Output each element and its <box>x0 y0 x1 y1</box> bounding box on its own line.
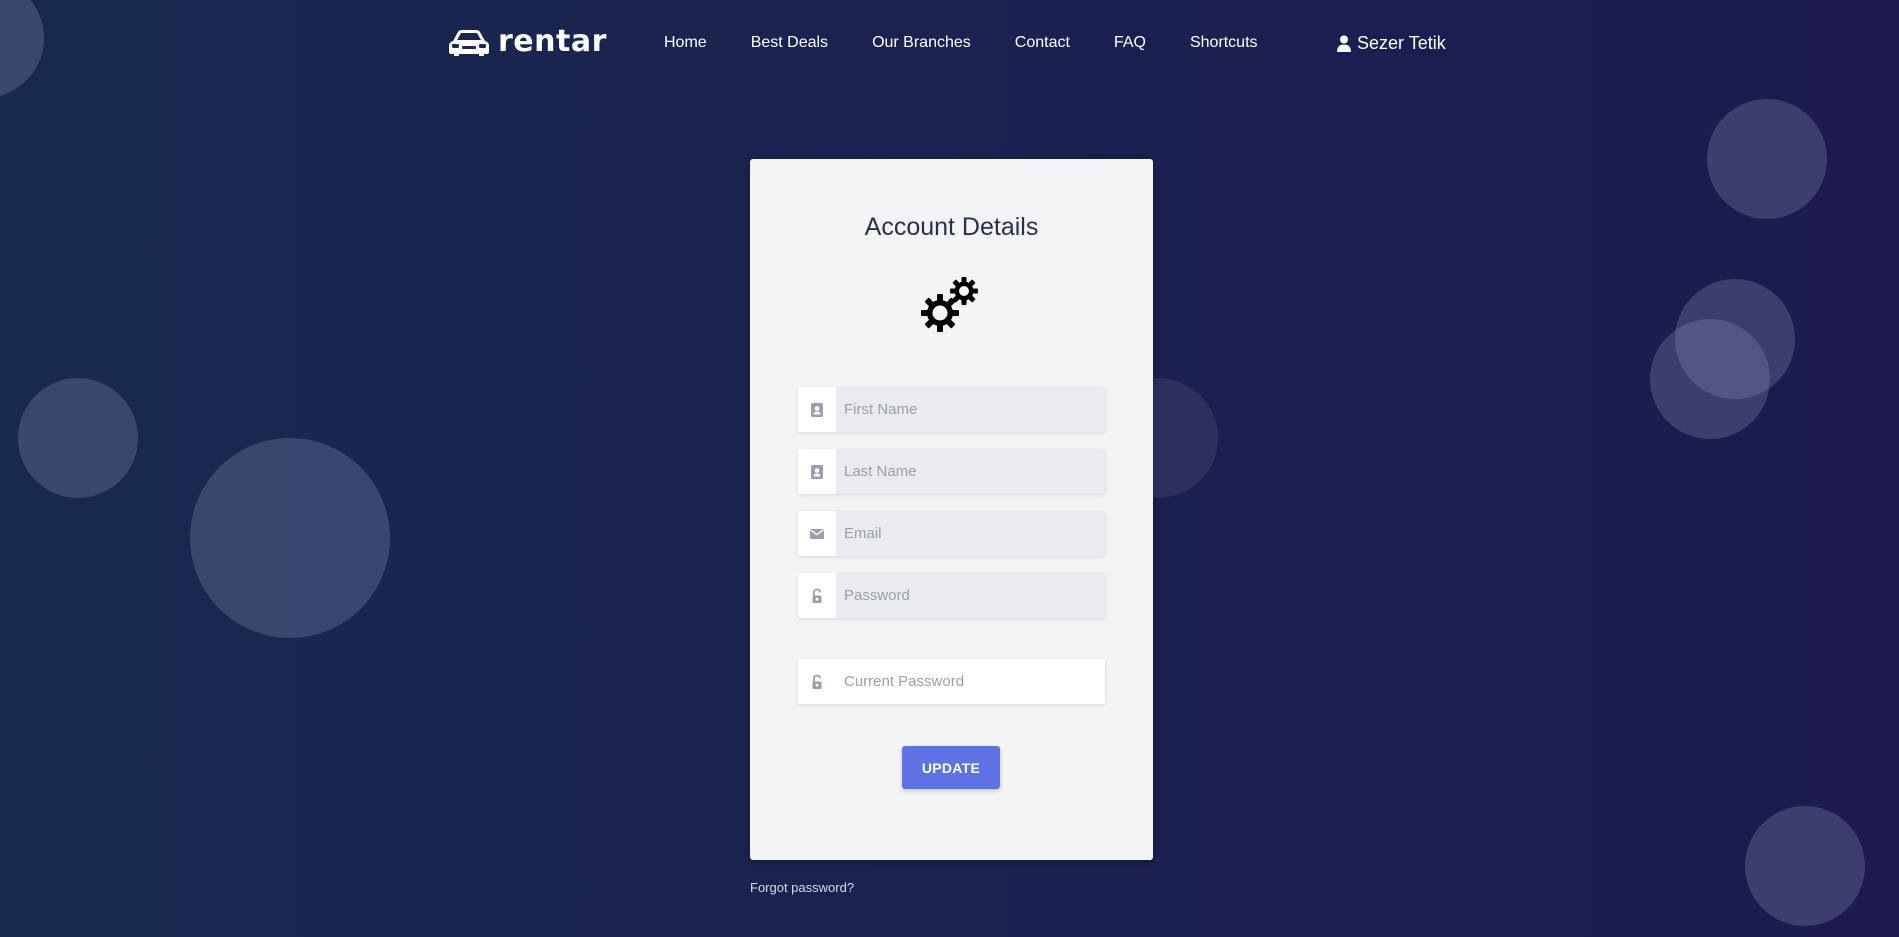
envelope-icon <box>810 528 824 539</box>
contact-card-icon <box>811 402 823 417</box>
current-password-field <box>798 659 1105 704</box>
password-field <box>798 573 1105 618</box>
password-input[interactable] <box>836 573 1105 618</box>
first-name-field <box>798 387 1105 432</box>
gears-icon <box>921 277 978 332</box>
background-bubble <box>1707 99 1827 219</box>
email-input[interactable] <box>836 511 1105 556</box>
nav-home[interactable]: Home <box>664 32 707 54</box>
nav-faq[interactable]: FAQ <box>1114 32 1146 54</box>
background-bubble <box>190 438 390 638</box>
update-button[interactable]: UPDATE <box>902 746 1000 789</box>
nav-our-branches[interactable]: Our Branches <box>872 32 971 54</box>
email-field <box>798 511 1105 556</box>
account-details-card: Account Details First Name Last Name Ema… <box>750 159 1153 860</box>
nav-shortcuts[interactable]: Shortcuts <box>1190 32 1258 54</box>
background-bubble <box>1650 319 1770 439</box>
forgot-password-link[interactable]: Forgot password? <box>750 880 854 895</box>
navbar: rentar Home Best Deals Our Branches Cont… <box>0 0 1899 86</box>
unlock-icon <box>812 588 822 603</box>
nav-best-deals[interactable]: Best Deals <box>751 32 828 54</box>
nav-contact[interactable]: Contact <box>1015 32 1070 54</box>
card-title: Account Details <box>864 213 1039 241</box>
car-icon <box>449 30 489 56</box>
last-name-field <box>798 449 1105 494</box>
brand-name: rentar <box>498 24 607 59</box>
background-bubble <box>18 378 138 498</box>
first-name-input[interactable] <box>836 387 1105 432</box>
main-nav: Home Best Deals Our Branches Contact FAQ… <box>664 32 1302 54</box>
background-bubble <box>1745 806 1865 926</box>
user-name: Sezer Tetik <box>1357 33 1446 53</box>
contact-card-icon <box>811 464 823 479</box>
user-icon <box>1337 35 1351 52</box>
brand-logo[interactable]: rentar <box>448 24 607 60</box>
unlock-icon <box>812 674 822 689</box>
user-menu[interactable]: Sezer Tetik <box>1337 31 1446 55</box>
last-name-input[interactable] <box>836 449 1105 494</box>
current-password-input[interactable] <box>836 659 1105 704</box>
